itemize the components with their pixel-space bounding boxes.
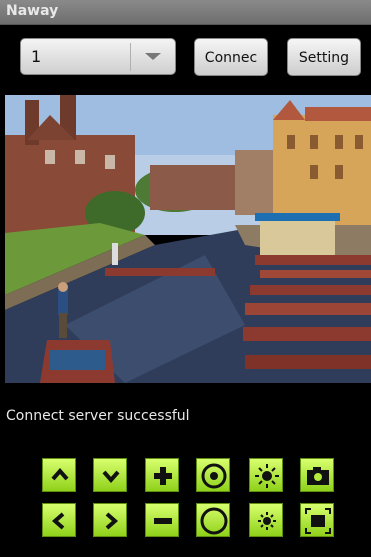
focus-far-icon [200, 507, 228, 535]
zoom-out-button[interactable] [145, 503, 179, 537]
fullscreen-icon [305, 508, 331, 534]
ptz-controls [0, 455, 371, 545]
connect-button[interactable]: Connec [194, 38, 268, 76]
plus-icon [154, 467, 172, 485]
focus-near-icon [201, 463, 227, 489]
brightness-down-button[interactable] [249, 503, 283, 537]
toolbar: 1 Connec Setting [0, 25, 371, 93]
focus-near-button[interactable] [196, 458, 230, 492]
pan-right-button[interactable] [93, 503, 127, 537]
pan-left-button[interactable] [42, 503, 76, 537]
status-text: Connect server successful [6, 408, 190, 424]
brightness-down-icon [258, 512, 276, 530]
down-arrow-icon [102, 470, 120, 484]
camera-icon [307, 467, 329, 485]
tilt-up-button[interactable] [42, 458, 76, 492]
brightness-up-icon [255, 464, 279, 488]
right-arrow-icon [105, 512, 119, 530]
brightness-up-button[interactable] [249, 458, 283, 492]
channel-select-value: 1 [31, 47, 42, 66]
snapshot-button[interactable] [300, 458, 334, 492]
title-bar: Naway [0, 0, 371, 25]
app-title: Naway [6, 3, 59, 19]
zoom-in-button[interactable] [145, 458, 179, 492]
setting-button[interactable]: Setting [287, 38, 361, 76]
fullscreen-button[interactable] [300, 503, 334, 537]
focus-far-button[interactable] [196, 503, 230, 537]
channel-select[interactable]: 1 [20, 38, 176, 75]
minus-icon [154, 518, 172, 524]
left-arrow-icon [51, 512, 65, 530]
video-feed [5, 95, 371, 383]
up-arrow-icon [51, 467, 69, 481]
tilt-down-button[interactable] [93, 458, 127, 492]
chevron-down-icon[interactable] [130, 43, 175, 71]
